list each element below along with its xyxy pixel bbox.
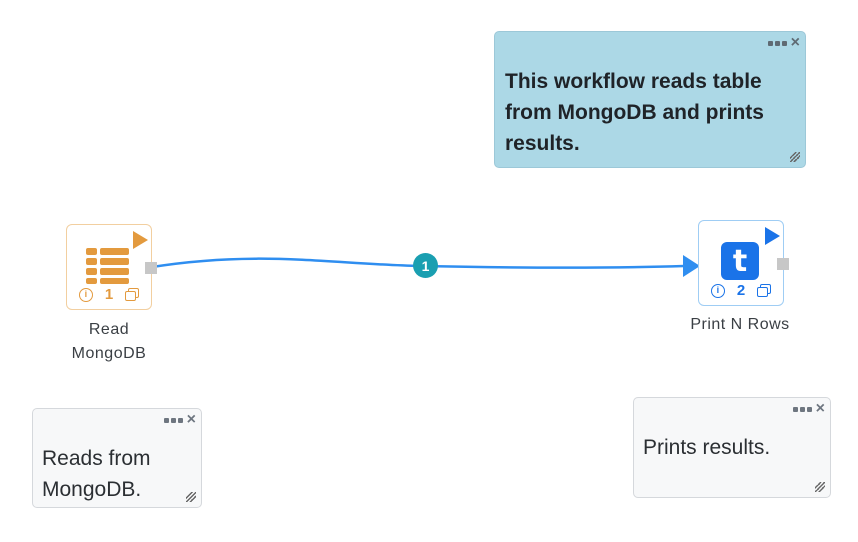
node-number: 2	[736, 282, 746, 299]
close-icon[interactable]: ×	[187, 412, 196, 428]
close-icon[interactable]: ×	[791, 35, 800, 51]
node-footer: i 2	[699, 282, 783, 299]
edge-badge[interactable]: 1	[413, 253, 438, 278]
workflow-canvas[interactable]: 1 × This workflow reads table from Mongo…	[0, 0, 858, 542]
note-text[interactable]: This workflow reads table from MongoDB a…	[505, 66, 764, 159]
sticky-note-main[interactable]: × This workflow reads table from MongoDB…	[494, 31, 806, 168]
table-rows-icon	[86, 248, 129, 284]
node-footer: i 1	[67, 286, 151, 303]
node-read-mongodb[interactable]: i 1	[66, 224, 157, 310]
play-icon[interactable]	[133, 231, 148, 249]
resize-grip-icon[interactable]	[815, 482, 825, 492]
note-controls: ×	[767, 35, 800, 51]
node-print-n-rows[interactable]: t i 2	[698, 220, 789, 306]
note-text[interactable]: Reads from MongoDB.	[42, 443, 151, 505]
node-label-print: Print N Rows	[690, 316, 790, 333]
close-icon[interactable]: ×	[816, 401, 825, 417]
node-label-read: Read MongoDB	[71, 321, 147, 362]
note-text[interactable]: Prints results.	[643, 432, 770, 463]
note-controls: ×	[163, 412, 196, 428]
resize-grip-icon[interactable]	[790, 152, 800, 162]
node-number: 1	[104, 286, 114, 303]
sticky-note-read[interactable]: × Reads from MongoDB.	[32, 408, 202, 508]
play-icon[interactable]	[765, 227, 780, 245]
copy-icon[interactable]	[125, 288, 140, 301]
output-port[interactable]	[777, 258, 789, 270]
more-options-icon[interactable]	[163, 417, 183, 423]
output-port[interactable]	[145, 262, 157, 274]
more-options-icon[interactable]	[792, 406, 812, 412]
copy-icon[interactable]	[757, 284, 772, 297]
t-glyph: t	[732, 244, 748, 279]
info-icon[interactable]: i	[710, 283, 725, 298]
more-options-icon[interactable]	[767, 40, 787, 46]
t-letter-icon: t	[721, 242, 759, 280]
info-icon[interactable]: i	[78, 287, 93, 302]
resize-grip-icon[interactable]	[186, 492, 196, 502]
sticky-note-print[interactable]: × Prints results.	[633, 397, 831, 498]
note-controls: ×	[792, 401, 825, 417]
